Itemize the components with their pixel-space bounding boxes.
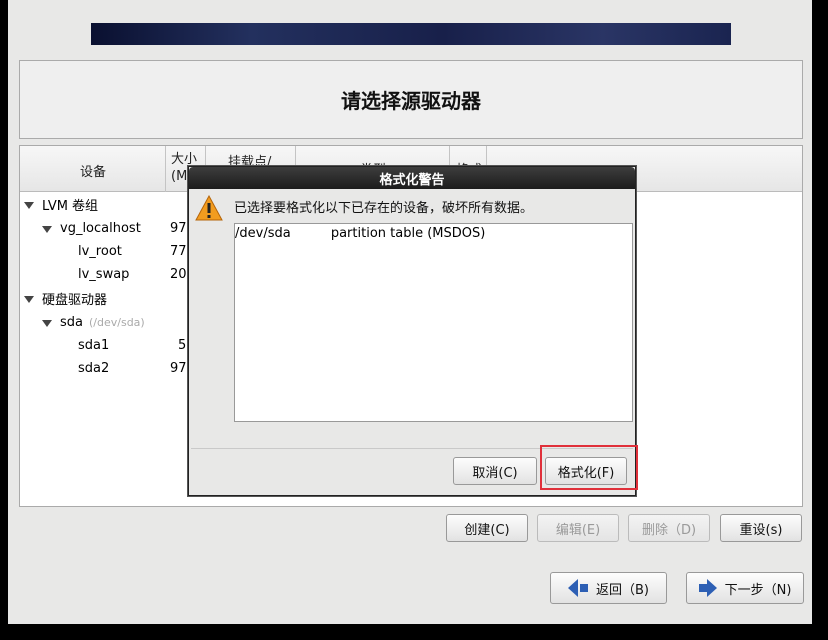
list-item[interactable]: /dev/sda partition table (MSDOS) [235,226,485,241]
expander-icon[interactable] [24,295,34,303]
tree-row-sda[interactable]: sda (/dev/sda) [42,311,145,333]
delete-button[interactable]: 删除（D) [628,514,710,542]
expander-icon[interactable] [42,319,52,327]
device-list[interactable]: /dev/sda partition table (MSDOS) [234,223,633,422]
tree-row-lvm[interactable]: LVM 卷组 [24,193,98,215]
expander-icon[interactable] [42,225,52,233]
tree-row-sda2[interactable]: sda2 [78,357,109,379]
back-arrow-icon [568,579,578,597]
highlight-frame [540,445,638,490]
back-arrow-tail [580,584,588,592]
tree-row-sda1[interactable]: sda1 [78,334,109,356]
reset-button[interactable]: 重设(s) [720,514,802,542]
next-button[interactable]: 下一步（N) [686,572,804,604]
create-button[interactable]: 创建(C) [446,514,528,542]
tree-row-harddrives[interactable]: 硬盘驱动器 [24,287,107,309]
back-button[interactable]: 返回（B) [550,572,667,604]
edit-button[interactable]: 编辑(E) [537,514,619,542]
tree-row-vg-localhost[interactable]: vg_localhost [42,217,141,239]
title-panel: 请选择源驱动器 [19,60,803,139]
tree-row-lv-root[interactable]: lv_root [78,240,122,262]
cancel-button[interactable]: 取消(C) [453,457,537,485]
warning-icon [195,195,223,221]
next-arrow-tail [698,584,707,592]
dialog-message: 已选择要格式化以下已存在的设备，破坏所有数据。 [234,201,534,216]
page-title: 请选择源驱动器 [341,89,481,113]
col-device[interactable]: 设备 [20,146,166,192]
installer-window: 请选择源驱动器 设备 大小 (M 挂载点/ 类型 格式 LVM 卷组 [8,0,812,624]
device-path: (/dev/sda) [89,315,145,329]
dialog-title: 格式化警告 [189,167,635,189]
expander-icon[interactable] [24,201,34,209]
header-banner [91,23,731,45]
tree-row-lv-swap[interactable]: lv_swap [78,263,129,285]
next-arrow-icon [706,579,717,597]
